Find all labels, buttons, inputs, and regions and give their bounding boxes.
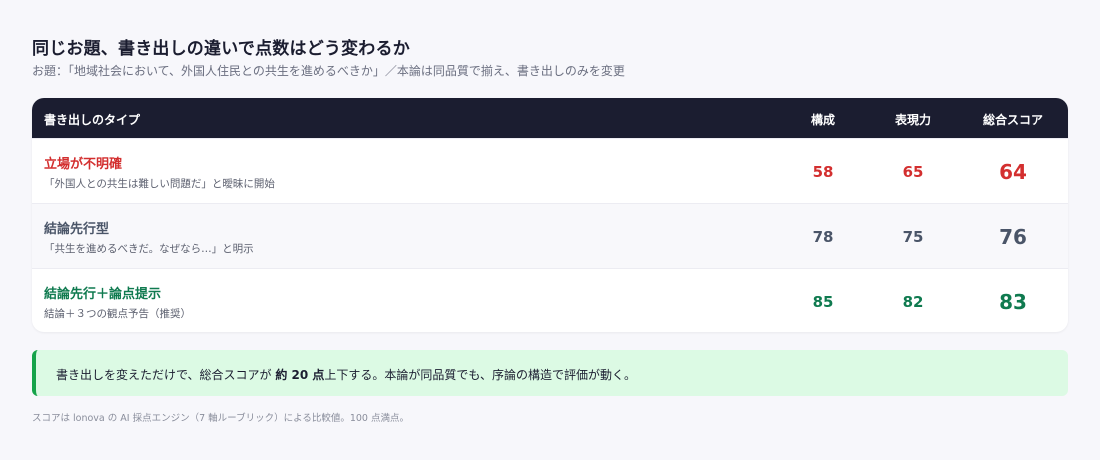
summary-callout: 書き出しを変えただけで、総合スコアが 約 20 点上下する。本論が同品質でも、序… (32, 350, 1068, 396)
row-name: 立場が不明確 (44, 157, 123, 172)
structure-score: 85 (812, 293, 834, 311)
footnote: スコアは lonova の AI 採点エンジン（7 軸ルーブリック）による比較値… (32, 413, 409, 424)
row-name: 結論先行＋論点提示 (44, 287, 162, 302)
table-row: 結論先行型 「共生を進めるべきだ。なぜなら…」と明示 78 75 76 (32, 203, 1068, 268)
table-row: 立場が不明確 「外国人との共生は難しい問題だ」と曖昧に開始 58 65 64 (32, 138, 1068, 203)
callout-highlight: 約 20 点 (275, 368, 325, 382)
row-description: 「外国人との共生は難しい問題だ」と曖昧に開始 (44, 178, 275, 190)
callout-text: 書き出しを変えただけで、総合スコアが 約 20 点上下する。本論が同品質でも、序… (56, 366, 636, 383)
expression-score: 82 (902, 293, 924, 311)
header-total: 総合スコア (982, 113, 1043, 127)
total-score: 83 (999, 290, 1027, 314)
header-structure: 構成 (810, 113, 835, 127)
total-score: 76 (999, 225, 1027, 249)
structure-score: 78 (812, 228, 834, 246)
score-table: 書き出しのタイプ 構成 表現力 総合スコア 立場が不明確 「外国人との共生は難し… (32, 98, 1068, 332)
total-score: 64 (999, 160, 1027, 184)
header-type: 書き出しのタイプ (44, 113, 141, 127)
page-title: 同じお題、書き出しの違いで点数はどう変わるか (32, 39, 410, 59)
table-row: 結論先行＋論点提示 結論＋３つの観点予告（推奨） 85 82 83 (32, 268, 1068, 332)
callout-text-part: 書き出しを変えただけで、総合スコアが (56, 368, 276, 382)
header-expression: 表現力 (894, 113, 931, 127)
expression-score: 75 (902, 228, 924, 246)
callout-text-part: 上下する。本論が同品質でも、序論の構造で評価が動く。 (324, 368, 637, 382)
expression-score: 65 (902, 163, 924, 181)
page-subtitle: お題：「地域社会において、外国人住民との共生を進めるべきか」／本論は同品質で揃え… (32, 64, 625, 78)
row-name: 結論先行型 (44, 222, 110, 237)
row-description: 「共生を進めるべきだ。なぜなら…」と明示 (44, 243, 254, 255)
table-header: 書き出しのタイプ 構成 表現力 総合スコア (32, 98, 1068, 138)
structure-score: 58 (812, 163, 834, 181)
row-description: 結論＋３つの観点予告（推奨） (44, 308, 191, 320)
